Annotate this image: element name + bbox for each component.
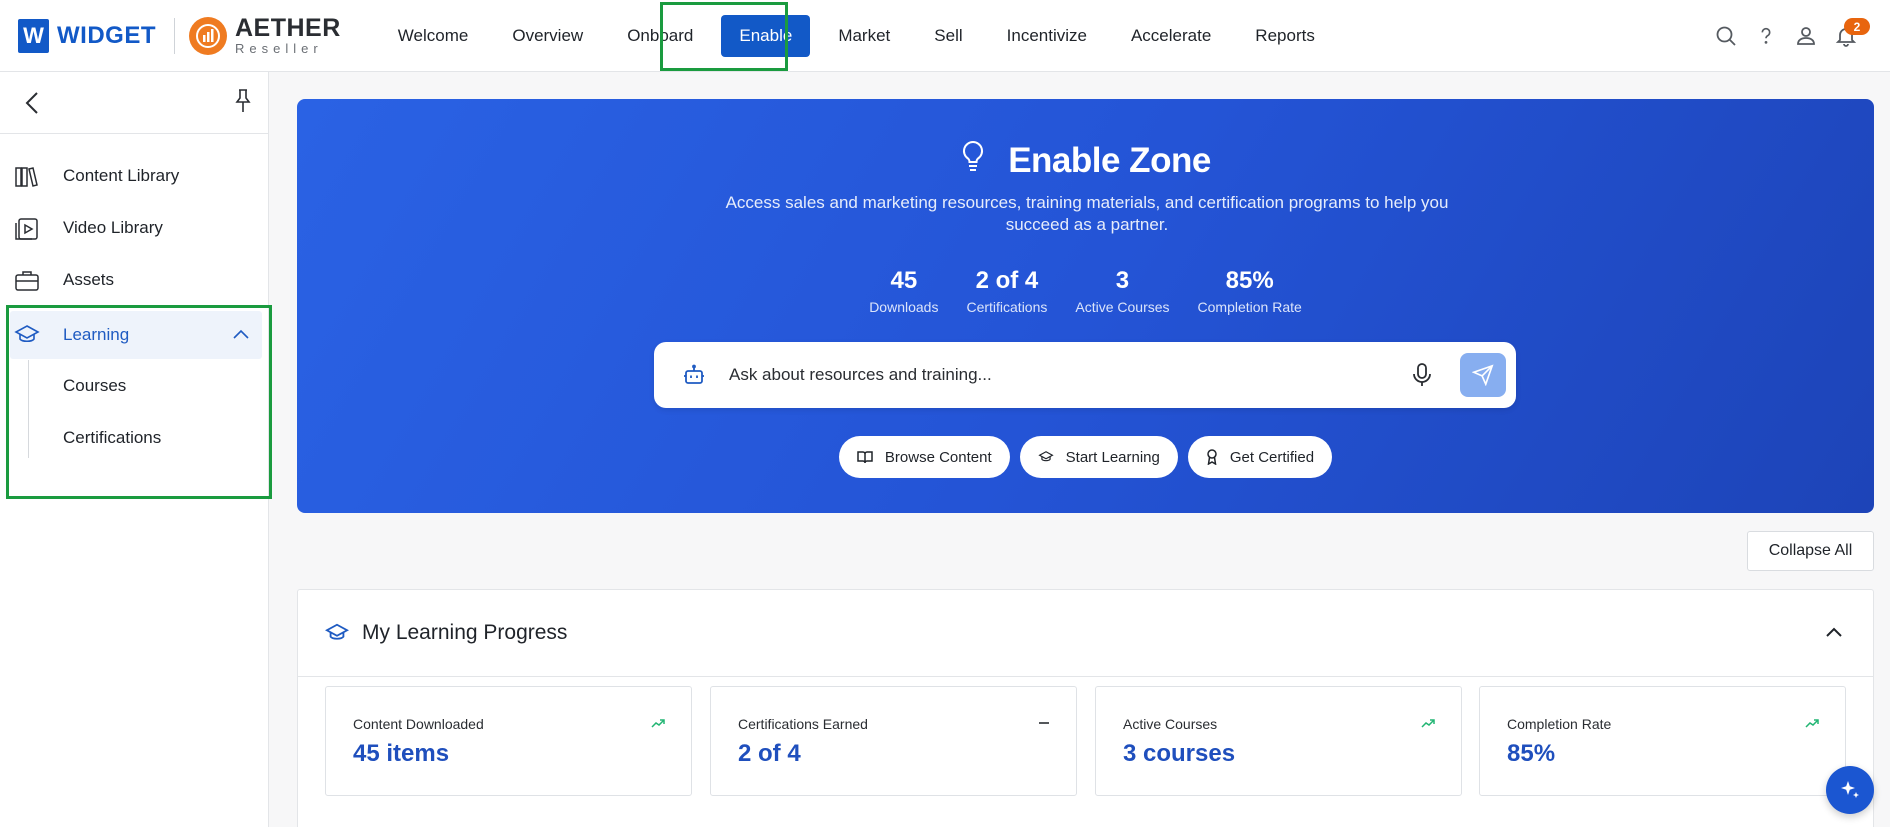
enable-zone-hero: Enable Zone Access sales and marketing r… bbox=[297, 99, 1874, 513]
brand[interactable]: W WIDGET AETHER Reseller bbox=[18, 16, 341, 55]
ai-chat-bar bbox=[654, 342, 1516, 408]
card-value: 45 items bbox=[353, 740, 450, 767]
pin-icon[interactable] bbox=[232, 88, 254, 119]
sidebar-item-assets[interactable]: Assets bbox=[0, 258, 269, 302]
stat-label: Completion Rate bbox=[1197, 299, 1302, 315]
panel-title: My Learning Progress bbox=[362, 621, 568, 644]
nav-item-market[interactable]: Market bbox=[816, 15, 912, 57]
chip-label: Browse Content bbox=[884, 448, 992, 466]
video-icon bbox=[14, 216, 40, 242]
card-label: Content Downloaded bbox=[353, 716, 484, 732]
user-icon[interactable] bbox=[1786, 16, 1826, 56]
stat-value: 85% bbox=[1225, 267, 1274, 294]
progress-card-certifications-earned: Certifications Earned 2 of 4 bbox=[710, 686, 1077, 796]
sidebar-item-label: Video Library bbox=[63, 218, 163, 237]
sidebar-item-label: Assets bbox=[63, 270, 115, 289]
widget-logo-text: WIDGET bbox=[57, 21, 156, 49]
progress-card-active-courses: Active Courses 3 courses bbox=[1095, 686, 1462, 796]
aether-sub-text: Reseller bbox=[235, 41, 323, 56]
card-value: 2 of 4 bbox=[738, 740, 801, 767]
trending-up-icon bbox=[1805, 715, 1819, 733]
sparkle-icon bbox=[1841, 781, 1859, 798]
aether-logo-text: AETHER Reseller bbox=[235, 14, 341, 56]
stat-value: 45 bbox=[890, 267, 918, 294]
back-icon[interactable] bbox=[22, 90, 44, 121]
trending-up-icon bbox=[1421, 715, 1435, 733]
stat-label: Certifications bbox=[966, 299, 1048, 315]
nav-item-reports[interactable]: Reports bbox=[1233, 15, 1337, 57]
award-icon bbox=[1207, 449, 1217, 465]
books-icon bbox=[14, 164, 40, 190]
hero-stats: 45 Downloads 2 of 4 Certifications 3 Act… bbox=[297, 267, 1874, 315]
sidebar-item-video-library[interactable]: Video Library bbox=[0, 206, 269, 250]
hero-description: Access sales and marketing resources, tr… bbox=[725, 193, 1449, 234]
aether-logo-icon bbox=[189, 16, 227, 55]
get-certified-button[interactable]: Get Certified bbox=[1187, 436, 1333, 478]
trend-flat-icon bbox=[1038, 715, 1050, 733]
card-label: Completion Rate bbox=[1507, 716, 1612, 732]
book-open-icon bbox=[857, 451, 873, 464]
widget-logo-icon: W bbox=[18, 18, 49, 53]
stat-active-courses: 3 Active Courses bbox=[1075, 267, 1169, 315]
nav-item-sell[interactable]: Sell bbox=[912, 15, 984, 57]
card-label: Certifications Earned bbox=[738, 716, 868, 732]
quick-actions: Browse Content Start Learning Get Certif… bbox=[297, 436, 1874, 478]
chip-label: Get Certified bbox=[1229, 448, 1315, 466]
stat-downloads: 45 Downloads bbox=[869, 267, 938, 315]
chevron-up-icon[interactable] bbox=[1825, 625, 1843, 643]
notification-badge: 2 bbox=[1844, 18, 1870, 35]
aether-main-text: AETHER bbox=[235, 14, 341, 42]
brand-divider bbox=[174, 17, 175, 54]
top-navbar: W WIDGET AETHER Reseller Welcome Overvie… bbox=[0, 0, 1890, 72]
bell-icon[interactable]: 2 bbox=[1826, 16, 1870, 56]
lightbulb-icon bbox=[960, 139, 986, 182]
card-label: Active Courses bbox=[1123, 716, 1218, 732]
start-learning-button[interactable]: Start Learning bbox=[1019, 436, 1178, 478]
send-button[interactable] bbox=[1460, 353, 1506, 397]
hero-title: Enable Zone bbox=[297, 139, 1874, 182]
panel-header[interactable]: My Learning Progress bbox=[298, 590, 1873, 677]
collapse-all-button[interactable]: Collapse All bbox=[1747, 531, 1874, 571]
graduation-cap-icon bbox=[325, 622, 349, 649]
stat-label: Downloads bbox=[869, 299, 939, 315]
main-nav: Welcome Overview Onboard Enable Market S… bbox=[376, 0, 1337, 72]
search-icon[interactable] bbox=[1706, 16, 1746, 56]
sidebar-header bbox=[0, 72, 268, 134]
card-value: 3 courses bbox=[1123, 740, 1236, 767]
ai-assistant-button[interactable] bbox=[1826, 766, 1874, 814]
trending-up-icon bbox=[651, 715, 665, 733]
sidebar-item-content-library[interactable]: Content Library bbox=[0, 154, 269, 198]
progress-card-completion-rate: Completion Rate 85% bbox=[1479, 686, 1846, 796]
send-icon bbox=[1472, 364, 1494, 386]
briefcase-icon bbox=[14, 268, 40, 294]
enable-highlight-box bbox=[660, 2, 788, 71]
robot-icon bbox=[682, 363, 706, 392]
browse-content-button[interactable]: Browse Content bbox=[838, 436, 1010, 478]
nav-item-accelerate[interactable]: Accelerate bbox=[1109, 15, 1233, 57]
stat-label: Active Courses bbox=[1075, 299, 1170, 315]
nav-item-welcome[interactable]: Welcome bbox=[376, 15, 491, 57]
card-value: 85% bbox=[1507, 740, 1556, 767]
top-icons: 2 bbox=[1706, 0, 1890, 72]
progress-card-content-downloaded: Content Downloaded 45 items bbox=[325, 686, 692, 796]
nav-item-overview[interactable]: Overview bbox=[490, 15, 605, 57]
help-icon[interactable] bbox=[1746, 16, 1786, 56]
graduation-cap-icon bbox=[1038, 451, 1054, 462]
chat-input[interactable] bbox=[729, 360, 1369, 390]
chip-label: Start Learning bbox=[1065, 448, 1160, 466]
nav-item-incentivize[interactable]: Incentivize bbox=[985, 15, 1109, 57]
learning-highlight-box bbox=[6, 305, 272, 499]
sidebar-item-label: Content Library bbox=[63, 166, 180, 185]
stat-value: 2 of 4 bbox=[975, 267, 1039, 294]
stat-certifications: 2 of 4 Certifications bbox=[966, 267, 1047, 315]
stat-value: 3 bbox=[1115, 267, 1130, 294]
hero-title-text: Enable Zone bbox=[1008, 140, 1211, 180]
stat-completion-rate: 85% Completion Rate bbox=[1198, 267, 1302, 315]
microphone-icon[interactable] bbox=[1412, 362, 1432, 393]
